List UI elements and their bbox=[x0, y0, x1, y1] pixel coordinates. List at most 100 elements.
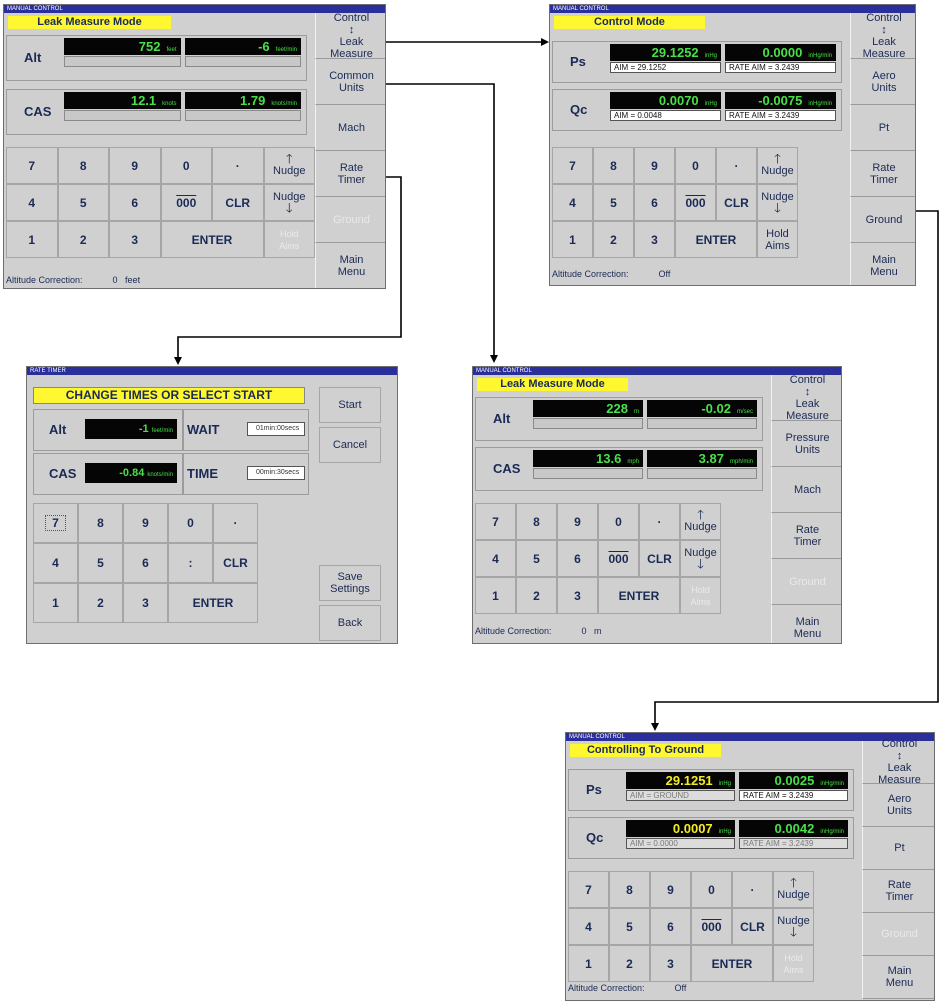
keypad-key[interactable]: 3 bbox=[634, 221, 675, 258]
side-button-start[interactable]: Start bbox=[319, 387, 381, 423]
timer-value-field[interactable]: 01min:00secs bbox=[247, 422, 305, 436]
keypad-key[interactable]: 5 bbox=[593, 184, 634, 221]
keypad-key[interactable]: 1 bbox=[475, 577, 516, 614]
keypad-key[interactable]: 4 bbox=[568, 908, 609, 945]
keypad-key[interactable]: · bbox=[213, 503, 258, 543]
keypad-key[interactable]: 2 bbox=[609, 945, 650, 982]
aim-field[interactable]: AIM = GROUND bbox=[626, 790, 735, 801]
keypad-key[interactable]: 000 bbox=[675, 184, 716, 221]
aim-field[interactable] bbox=[64, 56, 181, 67]
keypad-key[interactable]: 8 bbox=[609, 871, 650, 908]
keypad-key[interactable]: CLR bbox=[639, 540, 680, 577]
keypad-key[interactable]: 7 bbox=[33, 503, 78, 543]
side-button-aero[interactable]: Aero Units bbox=[850, 59, 915, 105]
side-button-rate[interactable]: Rate Timer bbox=[862, 870, 934, 913]
rate-aim-field[interactable]: RATE AIM = 3.2439 bbox=[725, 110, 836, 121]
keypad-key[interactable]: 7 bbox=[6, 147, 58, 184]
side-button-save[interactable]: Save Settings bbox=[319, 565, 381, 601]
nudge-down-button[interactable]: Nudge 🡓 bbox=[680, 540, 721, 577]
keypad-key[interactable]: CLR bbox=[212, 184, 264, 221]
side-button-rate[interactable]: Rate Timer bbox=[315, 151, 385, 197]
keypad-key[interactable]: 7 bbox=[568, 871, 609, 908]
keypad-key[interactable]: 3 bbox=[123, 583, 168, 623]
keypad-key[interactable]: · bbox=[639, 503, 680, 540]
side-button-aero[interactable]: Aero Units bbox=[862, 784, 934, 827]
nudge-up-button[interactable]: 🡑 Nudge bbox=[757, 147, 798, 184]
keypad-key[interactable]: 2 bbox=[516, 577, 557, 614]
hold-aims-button[interactable]: Hold Aims bbox=[263, 221, 315, 258]
nudge-up-button[interactable]: 🡑 Nudge bbox=[773, 871, 814, 908]
keypad-key[interactable]: 5 bbox=[57, 184, 109, 221]
hold-aims-button[interactable]: Hold Aims bbox=[773, 945, 814, 982]
keypad-key[interactable]: ENTER bbox=[160, 221, 264, 258]
keypad-key[interactable]: : bbox=[168, 543, 213, 583]
keypad-key[interactable]: 0 bbox=[168, 503, 213, 543]
keypad-key[interactable]: ENTER bbox=[168, 583, 258, 623]
hold-aims-button[interactable]: Hold Aims bbox=[680, 577, 721, 614]
keypad-key[interactable]: 1 bbox=[33, 583, 78, 623]
keypad-key[interactable]: CLR bbox=[732, 908, 773, 945]
nudge-down-button[interactable]: Nudge 🡓 bbox=[263, 184, 315, 221]
keypad-key[interactable]: 8 bbox=[516, 503, 557, 540]
keypad-key[interactable]: 8 bbox=[593, 147, 634, 184]
hold-aims-button[interactable]: Hold Aims bbox=[757, 221, 798, 258]
rate-aim-field[interactable] bbox=[647, 468, 757, 479]
rate-aim-field[interactable]: RATE AIM = 3.2439 bbox=[725, 62, 836, 73]
keypad-key[interactable]: 4 bbox=[475, 540, 516, 577]
aim-field[interactable] bbox=[533, 418, 643, 429]
keypad-key[interactable]: 4 bbox=[552, 184, 593, 221]
keypad-key[interactable]: 2 bbox=[78, 583, 123, 623]
side-button-ground[interactable]: Ground bbox=[771, 559, 841, 605]
keypad-key[interactable]: ENTER bbox=[598, 577, 680, 614]
rate-aim-field[interactable]: RATE AIM = 3.2439 bbox=[739, 790, 848, 801]
aim-field[interactable]: AIM = 0.0048 bbox=[610, 110, 721, 121]
side-button-control[interactable]: Control ↕ Leak Measure bbox=[771, 374, 841, 422]
rate-aim-field[interactable]: RATE AIM = 3.2439 bbox=[739, 838, 848, 849]
keypad-key[interactable]: 7 bbox=[475, 503, 516, 540]
nudge-down-button[interactable]: Nudge 🡓 bbox=[757, 184, 798, 221]
rate-aim-field[interactable] bbox=[184, 110, 301, 121]
keypad-key[interactable]: 2 bbox=[593, 221, 634, 258]
keypad-key[interactable]: 1 bbox=[568, 945, 609, 982]
keypad-key[interactable]: 8 bbox=[57, 147, 109, 184]
aim-field[interactable]: AIM = 0.0000 bbox=[626, 838, 735, 849]
side-button-main[interactable]: Main Menu bbox=[862, 956, 934, 999]
keypad-key[interactable]: 9 bbox=[557, 503, 598, 540]
side-button-ground[interactable]: Ground bbox=[850, 197, 915, 243]
keypad-key[interactable]: 000 bbox=[160, 184, 212, 221]
side-button-control[interactable]: Control ↕ Leak Measure bbox=[315, 12, 385, 60]
side-button-back[interactable]: Back bbox=[319, 605, 381, 641]
keypad-key[interactable]: 6 bbox=[123, 543, 168, 583]
keypad-key[interactable]: 4 bbox=[6, 184, 58, 221]
keypad-key[interactable]: 5 bbox=[78, 543, 123, 583]
keypad-key[interactable]: 8 bbox=[78, 503, 123, 543]
keypad-key[interactable]: 7 bbox=[552, 147, 593, 184]
keypad-key[interactable]: CLR bbox=[716, 184, 757, 221]
side-button-rate[interactable]: Rate Timer bbox=[850, 151, 915, 197]
aim-field[interactable] bbox=[533, 468, 643, 479]
side-button-common[interactable]: Common Units bbox=[315, 59, 385, 105]
keypad-key[interactable]: 0 bbox=[675, 147, 716, 184]
keypad-key[interactable]: 000 bbox=[598, 540, 639, 577]
keypad-key[interactable]: 9 bbox=[123, 503, 168, 543]
keypad-key[interactable]: CLR bbox=[213, 543, 258, 583]
side-button-main[interactable]: Main Menu bbox=[850, 243, 915, 285]
rate-aim-field[interactable] bbox=[184, 56, 301, 67]
rate-aim-field[interactable] bbox=[647, 418, 757, 429]
side-button-ground[interactable]: Ground bbox=[862, 913, 934, 956]
nudge-down-button[interactable]: Nudge 🡓 bbox=[773, 908, 814, 945]
side-button-main[interactable]: Main Menu bbox=[315, 243, 385, 288]
side-button-pressure[interactable]: Pressure Units bbox=[771, 421, 841, 467]
side-button-control[interactable]: Control ↕ Leak Measure bbox=[850, 12, 915, 60]
side-button-pt[interactable]: Pt bbox=[850, 105, 915, 151]
keypad-key[interactable]: 3 bbox=[109, 221, 161, 258]
keypad-key[interactable]: 1 bbox=[552, 221, 593, 258]
keypad-key[interactable]: 6 bbox=[634, 184, 675, 221]
side-button-ground[interactable]: Ground bbox=[315, 197, 385, 243]
keypad-key[interactable]: · bbox=[212, 147, 264, 184]
keypad-key[interactable]: 9 bbox=[109, 147, 161, 184]
aim-field[interactable]: AIM = 29.1252 bbox=[610, 62, 721, 73]
timer-value-field[interactable]: 00min:30secs bbox=[247, 466, 305, 480]
keypad-key[interactable]: ENTER bbox=[675, 221, 757, 258]
nudge-up-button[interactable]: 🡑 Nudge bbox=[263, 147, 315, 184]
